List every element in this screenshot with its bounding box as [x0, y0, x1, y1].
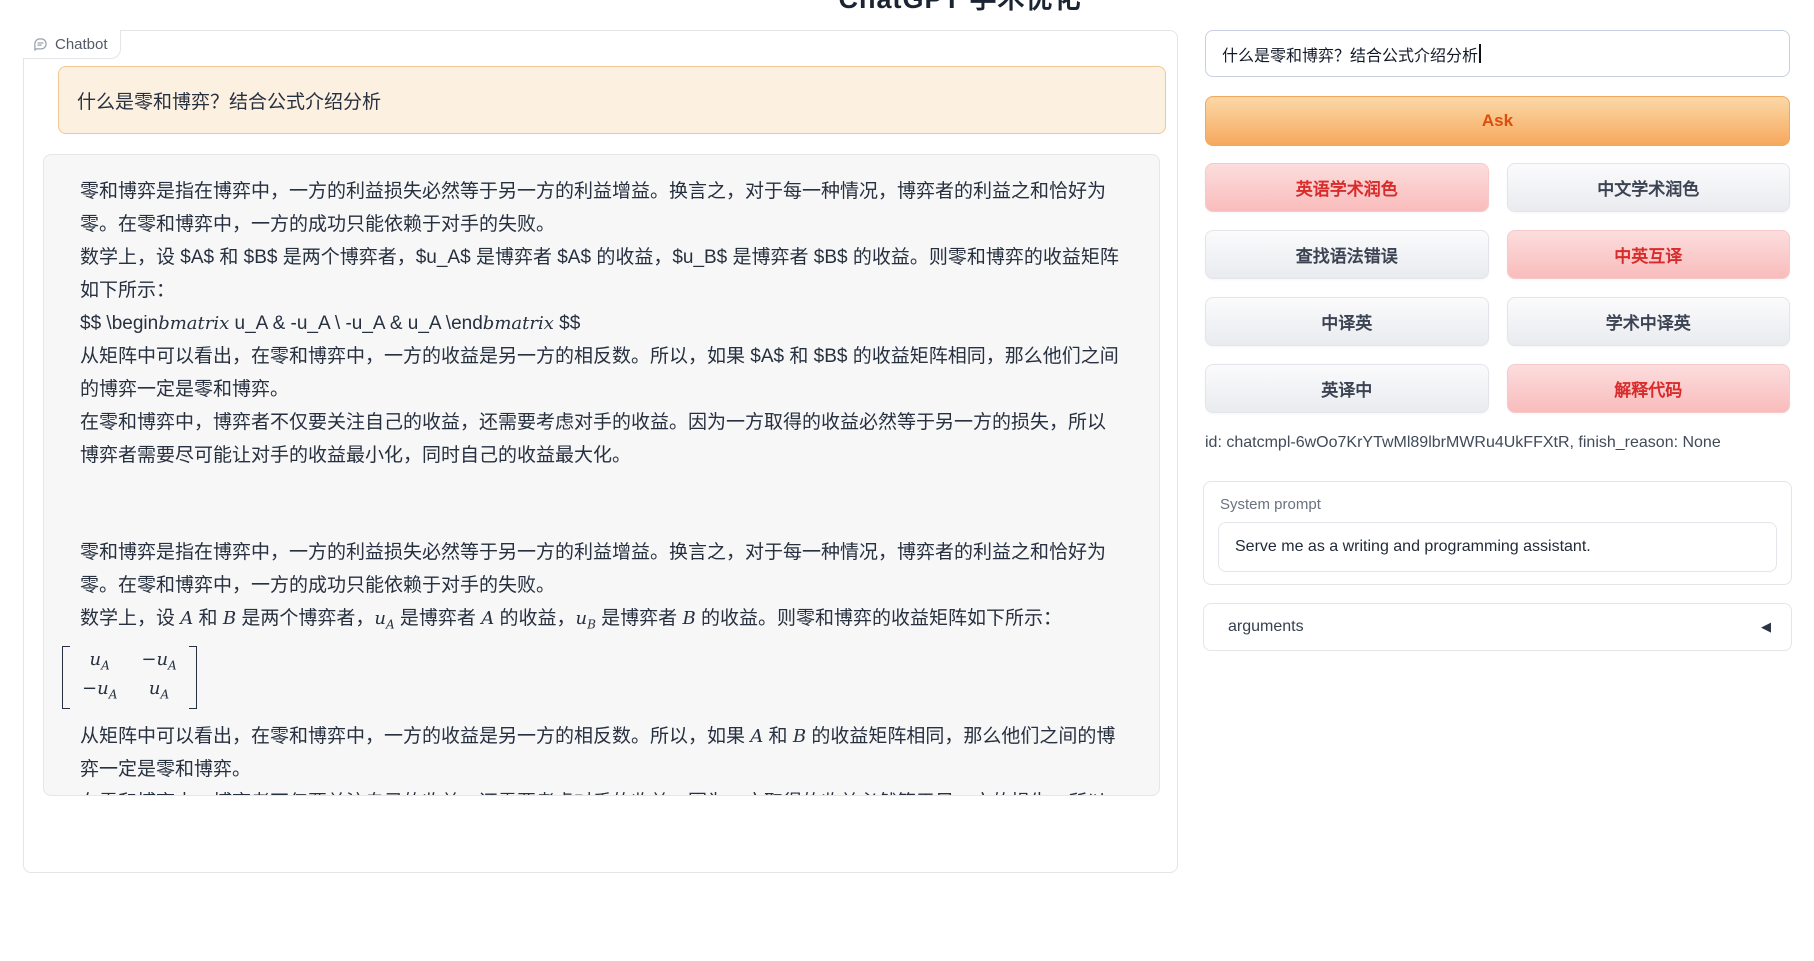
system-prompt-label: System prompt — [1220, 496, 1777, 513]
paragraph-gap — [80, 472, 1123, 536]
quick-button[interactable]: 查找语法错误 — [1205, 230, 1489, 279]
bot-message-line: 数学上，设 $A$ 和 $B$ 是两个博弈者，$u_A$ 是博弈者 $A$ 的收… — [80, 241, 1123, 307]
bot-message-line: 零和博弈是指在博弈中，一方的利益损失必然等于另一方的利益增益。换言之，对于每一种… — [80, 536, 1123, 602]
collapse-triangle-icon: ◀ — [1761, 619, 1771, 635]
bot-message-content: 零和博弈是指在博弈中，一方的利益损失必然等于另一方的利益增益。换言之，对于每一种… — [80, 175, 1123, 796]
quick-button[interactable]: 解释代码 — [1507, 364, 1791, 413]
bot-message-line: $$ \beginbmatrix u_A & -u_A \ -u_A & u_A… — [80, 307, 1123, 340]
quick-button[interactable]: 中译英 — [1205, 297, 1489, 346]
chat-bubble-icon — [33, 37, 48, 52]
bot-message-line: 在零和博弈中，博弈者不仅要关注自己的收益，还需要考虑对手的收益。因为一方取得的收… — [80, 786, 1123, 796]
question-input[interactable]: 什么是零和博弈？结合公式介绍分析 — [1205, 30, 1790, 77]
bot-message-line: 从矩阵中可以看出，在零和博弈中，一方的收益是另一方的相反数。所以，如果 A 和 … — [80, 720, 1123, 786]
user-message-bubble: 什么是零和博弈？结合公式介绍分析 — [58, 66, 1166, 134]
quick-button[interactable]: 英译中 — [1205, 364, 1489, 413]
bot-message-line: 数学上，设 A 和 B 是两个博弈者，uA 是博弈者 A 的收益，uB 是博弈者… — [80, 602, 1123, 642]
ask-button[interactable]: Ask — [1205, 96, 1790, 146]
quick-button[interactable]: 学术中译英 — [1507, 297, 1791, 346]
chatbot-panel-label-text: Chatbot — [55, 36, 108, 53]
bot-message-bubble: 零和博弈是指在博弈中，一方的利益损失必然等于另一方的利益增益。换言之，对于每一种… — [43, 154, 1160, 796]
quick-action-grid: 英语学术润色中文学术润色查找语法错误中英互译中译英学术中译英英译中解释代码 — [1205, 163, 1790, 413]
payoff-matrix: uA−uA−uAuA — [80, 642, 1123, 720]
arguments-accordion[interactable]: arguments ◀ — [1203, 603, 1792, 651]
bot-message-line: 从矩阵中可以看出，在零和博弈中，一方的收益是另一方的相反数。所以，如果 $A$ … — [80, 340, 1123, 406]
user-message-text: 什么是零和博弈？结合公式介绍分析 — [77, 87, 381, 114]
bot-message-line: 零和博弈是指在博弈中，一方的利益损失必然等于另一方的利益增益。换言之，对于每一种… — [80, 175, 1123, 241]
system-prompt-group: System prompt Serve me as a writing and … — [1203, 481, 1792, 585]
app-page: ChatGPT 学术优化 Chatbot 什么是零和博弈？结合公式介绍分析 零和… — [0, 0, 1814, 961]
quick-button[interactable]: 英语学术润色 — [1205, 163, 1489, 212]
quick-button[interactable]: 中英互译 — [1507, 230, 1791, 279]
chatbot-panel: Chatbot 什么是零和博弈？结合公式介绍分析 零和博弈是指在博弈中，一方的利… — [23, 30, 1178, 873]
system-prompt-value: Serve me as a writing and programming as… — [1235, 538, 1591, 556]
bot-message-line: 在零和博弈中，博弈者不仅要关注自己的收益，还需要考虑对手的收益。因为一方取得的收… — [80, 406, 1123, 472]
chatbot-panel-label: Chatbot — [23, 30, 121, 59]
text-cursor — [1479, 44, 1481, 63]
page-title: ChatGPT 学术优化 — [700, 0, 1220, 16]
ask-button-label: Ask — [1482, 111, 1513, 131]
question-input-value: 什么是零和博弈？结合公式介绍分析 — [1222, 42, 1478, 66]
quick-button[interactable]: 中文学术润色 — [1507, 163, 1791, 212]
system-prompt-input[interactable]: Serve me as a writing and programming as… — [1218, 522, 1777, 572]
arguments-accordion-label: arguments — [1228, 618, 1304, 636]
status-line: id: chatcmpl-6wOo7KrYTwMl89lbrMWRu4UkFFX… — [1205, 434, 1721, 452]
